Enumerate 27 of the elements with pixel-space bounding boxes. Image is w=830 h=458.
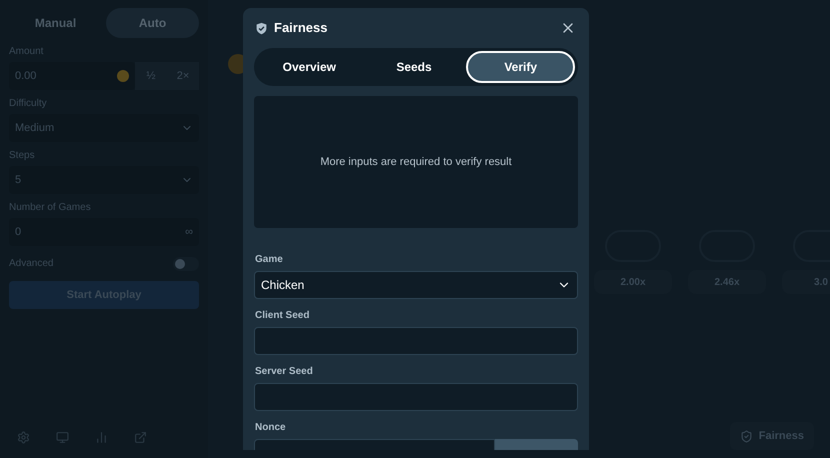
- dialog-tab[interactable]: Seeds: [362, 51, 466, 83]
- seed-field[interactable]: [254, 327, 578, 355]
- field-label: Nonce: [254, 421, 287, 435]
- monitor-icon[interactable]: [56, 431, 69, 444]
- field-label: Server Seed: [254, 365, 314, 379]
- input-field[interactable]: 0 ∞: [9, 218, 199, 246]
- field-label: Game: [254, 253, 284, 267]
- infinity-symbol: ∞: [185, 224, 193, 240]
- chart-icon[interactable]: [95, 431, 108, 444]
- game-select[interactable]: Chicken: [254, 271, 578, 299]
- mode-tab[interactable]: Manual: [9, 8, 102, 38]
- field-label: Client Seed: [254, 309, 310, 323]
- popout-icon[interactable]: [134, 431, 147, 444]
- input-field[interactable]: 0.00: [9, 62, 135, 90]
- dialog-tab[interactable]: Overview: [257, 51, 362, 83]
- select-field[interactable]: 5: [9, 166, 199, 194]
- dialog-tab[interactable]: Verify: [466, 51, 576, 83]
- coin-icon: [117, 70, 129, 82]
- shield-icon: [255, 22, 268, 34]
- dialog-title: Fairness: [274, 19, 328, 38]
- seed-field[interactable]: [254, 383, 578, 411]
- select-field[interactable]: Medium: [9, 114, 199, 142]
- advanced-toggle[interactable]: [173, 256, 199, 270]
- settings-icon[interactable]: [17, 431, 30, 444]
- shield-icon: [740, 430, 753, 442]
- result-message: More inputs are required to verify result: [320, 154, 512, 170]
- mode-tab[interactable]: Auto: [106, 8, 199, 38]
